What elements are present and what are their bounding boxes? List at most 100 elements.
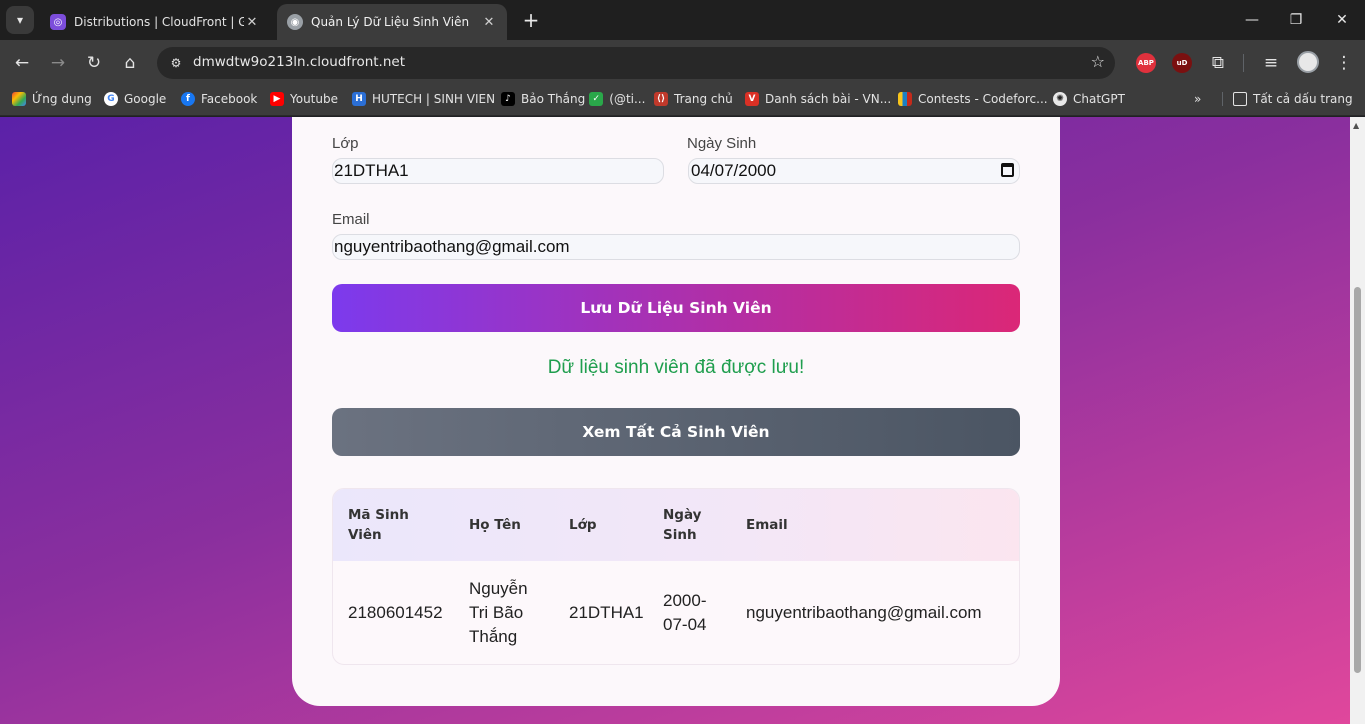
tab-title: Quản Lý Dữ Liệu Sinh Viên [311,15,470,29]
ublock-icon[interactable]: uD [1172,53,1192,73]
bookmark-label: Danh sách bài - VN... [765,92,892,106]
students-table: Mã Sinh Viên Họ Tên Lớp Ngày Sinh Email … [332,488,1020,665]
student-form-card: Lớp 21DTHA1 Ngày Sinh 04/07/2000 Email n… [292,117,1060,706]
tab-title: Distributions | CloudFront | Glo [74,15,244,29]
email-label: Email [332,211,370,228]
bookmark-apps[interactable]: Ứng dụng [12,92,92,106]
home-icon: ⌂ [124,53,136,73]
forward-button[interactable]: → [46,51,70,75]
save-student-button[interactable]: Lưu Dữ Liệu Sinh Viên [332,284,1020,332]
reload-button[interactable]: ↻ [82,51,106,75]
bookmark-label: Contests - Codeforc... [918,92,1048,106]
bookmark-google[interactable]: G Google [104,92,166,106]
cell-full-name: Nguyễn Tri Bão Thắng [469,579,528,646]
bookmark-label: Bảo Thắng [521,92,586,106]
chevron-down-icon: ▾ [16,13,24,27]
arrow-right-icon: → [50,53,66,73]
bookmark-home[interactable]: ⟨⟩ Trang chủ [654,92,733,106]
bookmark-chatgpt[interactable]: ✺ ChatGPT [1053,92,1125,106]
header-email: Email [746,517,788,533]
chevron-double-right-icon: » [1194,92,1202,106]
page-viewport: Lớp 21DTHA1 Ngày Sinh 04/07/2000 Email n… [0,117,1350,724]
dob-field[interactable]: 04/07/2000 [688,158,1020,184]
star-icon[interactable]: ☆ [1091,52,1105,71]
cell-student-id: 2180601452 [348,603,443,622]
bookmark-hutech[interactable]: H HUTECH | SINH VIEN [352,92,495,106]
email-field[interactable]: nguyentribaothang@gmail.com [332,234,1020,260]
hutech-icon: H [352,92,366,106]
scroll-up-arrow-icon[interactable]: ▲ [1353,121,1359,130]
menu-dots-icon[interactable]: ⋮ [1332,51,1356,75]
cell-class: 21DTHA1 [569,603,644,622]
cloudfront-icon: ◎ [50,14,66,30]
header-class: Lớp [569,517,597,533]
extensions-icon[interactable]: ⧉ [1206,51,1230,75]
table-header: Mã Sinh Viên Họ Tên Lớp Ngày Sinh Email [333,489,1019,561]
close-window-button[interactable]: ✕ [1322,8,1362,32]
header-dob: Ngày Sinh [663,507,702,543]
bookmark-codeforces[interactable]: Contests - Codeforc... [898,92,1048,106]
tab-search-button[interactable]: ▾ [6,6,34,34]
google-icon: G [104,92,118,106]
address-bar[interactable]: ⚙ dmwdtw9o213ln.cloudfront.net ☆ [157,47,1115,79]
view-all-students-button[interactable]: Xem Tất Cả Sinh Viên [332,408,1020,456]
bookmark-label: Tất cả dấu trang [1253,92,1353,106]
scrollbar-thumb[interactable] [1354,287,1361,673]
header-full-name: Họ Tên [469,517,521,533]
minimize-button[interactable]: — [1232,8,1272,32]
bookmark-youtube[interactable]: ▶ Youtube [270,92,338,106]
bookmark-label: (@ti... [609,92,646,106]
chatgpt-icon: ✺ [1053,92,1067,106]
tab-strip: ▾ ◎ Distributions | CloudFront | Glo ✕ ◉… [0,0,1365,40]
class-field[interactable]: 21DTHA1 [332,158,664,184]
vnoi-icon: V [745,92,759,106]
avatar[interactable] [1297,51,1319,73]
bookmark-tiktok[interactable]: ♪ Bảo Thắng ✓ (@ti... [501,92,645,106]
bookmark-label: Trang chủ [674,92,733,106]
globe-icon: ◉ [287,14,303,30]
close-icon[interactable]: ✕ [244,15,260,30]
close-icon[interactable]: ✕ [481,15,497,30]
bookmark-label: Ứng dụng [32,92,92,106]
header-student-id: Mã Sinh Viên [348,507,409,543]
site-info-icon[interactable]: ⚙ [165,52,187,74]
tab-cloudfront[interactable]: ◎ Distributions | CloudFront | Glo ✕ [40,4,270,40]
codeforces-icon [898,92,912,106]
page-scrollbar[interactable]: ▲ [1350,117,1365,724]
youtube-icon: ▶ [270,92,284,106]
bookmark-label: Google [124,92,167,106]
bookmark-facebook[interactable]: f Facebook [181,92,257,106]
media-control-icon[interactable]: ≡ [1259,51,1283,75]
bookmark-label: HUTECH | SINH VIEN [372,92,496,106]
tab-student-manager[interactable]: ◉ Quản Lý Dữ Liệu Sinh Viên ✕ [277,4,507,40]
apps-grid-icon [12,92,26,106]
facebook-icon: f [181,92,195,106]
tiktok-icon: ♪ [501,92,515,106]
cell-email: nguyentribaothang@gmail.com [746,603,982,622]
reload-icon: ↻ [86,53,102,73]
bookmark-label: ChatGPT [1073,92,1125,106]
class-label: Lớp [332,135,359,152]
more-bookmarks-button[interactable]: » [1194,92,1201,106]
bookmark-label: Facebook [201,92,258,106]
bookmarks-bar: Ứng dụng G Google f Facebook ▶ Youtube H… [0,86,1365,116]
back-button[interactable]: ← [10,51,34,75]
browser-toolbar: ← → ↻ ⌂ ⚙ dmwdtw9o213ln.cloudfront.net ☆… [0,40,1365,86]
folder-icon [1233,92,1247,106]
restore-button[interactable]: ❐ [1276,8,1316,32]
page-icon: ⟨⟩ [654,92,668,106]
arrow-left-icon: ← [14,53,30,73]
dob-value: 04/07/2000 [691,161,777,180]
checkmark-icon: ✓ [589,92,604,106]
cell-dob: 2000-07-04 [663,591,707,634]
dob-label: Ngày Sinh [687,135,757,152]
home-button[interactable]: ⌂ [118,51,142,75]
toolbar-divider [1243,54,1244,72]
calendar-icon[interactable] [1001,163,1014,177]
url-text[interactable]: dmwdtw9o213ln.cloudfront.net [193,54,405,70]
success-message: Dữ liệu sinh viên đã được lưu! [547,357,805,378]
adblock-icon[interactable]: ABP [1136,53,1156,73]
bookmark-vnoi[interactable]: V Danh sách bài - VN... [745,92,891,106]
new-tab-button[interactable]: + [520,8,542,32]
all-bookmarks-button[interactable]: Tất cả dấu trang [1222,92,1353,106]
